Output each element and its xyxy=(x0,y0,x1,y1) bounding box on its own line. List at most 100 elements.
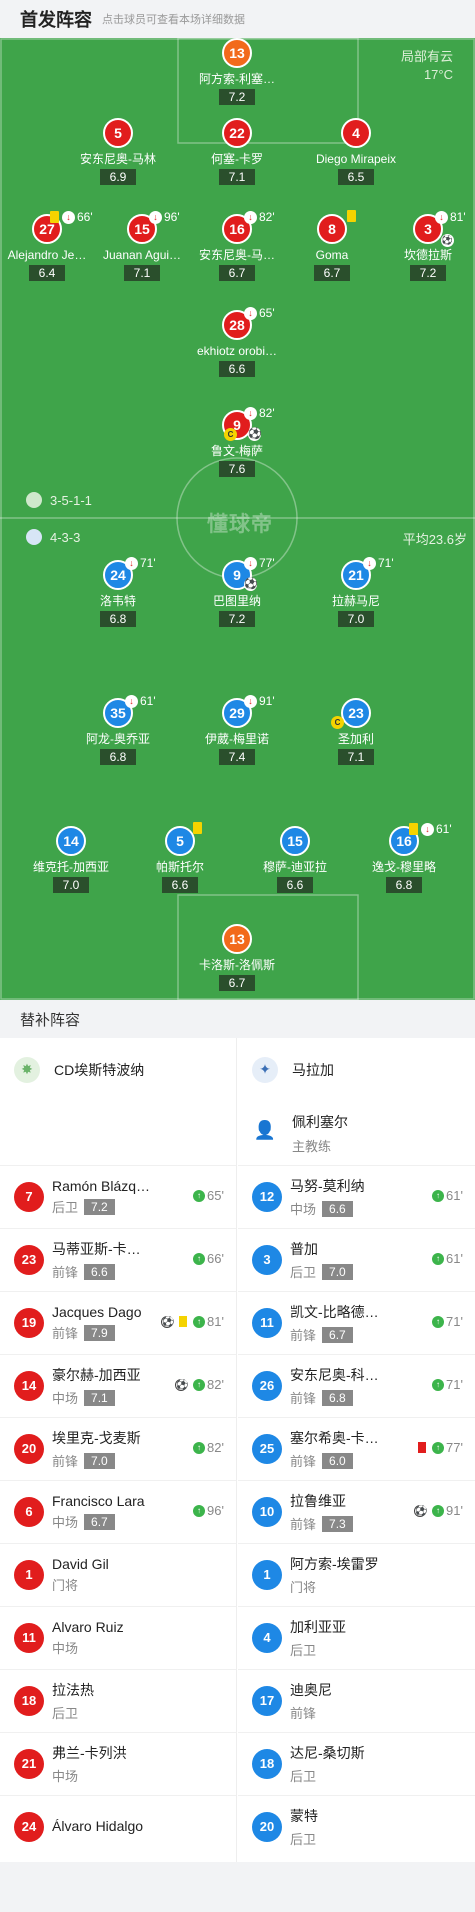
player-number: 23 xyxy=(341,698,371,728)
bench-player-row[interactable]: 18 达尼-桑切斯 后卫 xyxy=(238,1732,475,1795)
bench-player-row[interactable]: 4 加利亚亚 后卫 xyxy=(238,1606,475,1669)
away-player-mid-right[interactable]: 23 C 圣加利 7.1 xyxy=(301,698,411,766)
bench-player-row[interactable]: 3 普加 后卫 7.0 ↑ 61' xyxy=(238,1228,475,1291)
home-player-mid-4[interactable]: 8 Goma 6.7 xyxy=(277,210,387,282)
substitution-out-icon: ↓ xyxy=(421,822,434,836)
away-coach[interactable]: 👤 佩利塞尔 主教练 xyxy=(238,1101,475,1165)
bench-player-name: 迪奥尼 xyxy=(290,1682,332,1698)
bench-player-row[interactable]: 7 Ramón Blázq… 后卫 7.2 ↑ 65' xyxy=(0,1165,236,1228)
bench-sub-minute: 82' xyxy=(207,1440,224,1455)
goal-ball-icon: ⚽ xyxy=(248,428,262,441)
away-player-mid-center[interactable]: 29 ↓ 91' 伊葳-梅里诺 7.4 xyxy=(182,694,292,766)
bench-player-number: 18 xyxy=(14,1686,44,1716)
bench-player-row[interactable]: 12 马努-莫利纳 中场 6.6 ↑ 61' xyxy=(238,1165,475,1228)
home-player-mid-5[interactable]: 3 ↓ 81' ⚽ 坎德拉斯 7.2 xyxy=(373,210,475,282)
home-player-def-left[interactable]: 5 安东尼奥-马林 6.9 xyxy=(63,118,173,186)
home-player-mid-3[interactable]: 16 ↓ 82' 安东尼奥-马… 6.7 xyxy=(182,210,292,282)
bench-player-position: 后卫 xyxy=(290,1832,317,1847)
home-player-gk[interactable]: 13 阿方索-利塞… 7.2 xyxy=(182,38,292,106)
bench-player-number: 20 xyxy=(14,1434,44,1464)
home-formation-label: 3-5-1-1 xyxy=(50,492,92,508)
home-player-am[interactable]: 28 ↓ 65' ekhiotz orobi… 6.6 xyxy=(182,306,292,378)
bench-sub-minute: 61' xyxy=(446,1188,463,1203)
captain-icon: C xyxy=(331,716,344,729)
sub-minute: 65' xyxy=(259,306,275,320)
bench-player-row[interactable]: 26 安东尼奥-科… 前锋 6.8 ↑ 71' xyxy=(238,1354,475,1417)
away-player-fw-left[interactable]: 24 ↓ 71' 洛韦特 6.8 xyxy=(63,556,173,628)
goal-ball-icon: ⚽ xyxy=(414,1504,428,1517)
bench-player-position: 前锋 xyxy=(290,1391,317,1406)
away-team-row[interactable]: ✦ 马拉加 xyxy=(238,1038,475,1101)
away-player-def-4[interactable]: 16 ↓ 61' 逸戈-穆里略 6.8 xyxy=(349,822,459,894)
substitution-in-icon: ↑ xyxy=(193,1252,206,1265)
bench-player-row[interactable]: 11 凯文-比略德… 前锋 6.7 ↑ 71' xyxy=(238,1291,475,1354)
substitution-out-icon: ↓ xyxy=(244,306,257,320)
yellow-card-icon xyxy=(50,211,59,223)
player-rating: 6.4 xyxy=(29,265,65,281)
sub-minute: 61' xyxy=(140,694,156,708)
captain-icon: C xyxy=(224,428,237,441)
player-number: 5 xyxy=(103,118,133,148)
away-player-mid-left[interactable]: 35 ↓ 61' 阿龙-奥乔亚 6.8 xyxy=(63,694,173,766)
player-name: 巴图里纳 xyxy=(212,594,261,608)
bench-player-number: 21 xyxy=(14,1749,44,1779)
away-formation: 4-3-3 xyxy=(26,529,80,545)
player-name: 坎德拉斯 xyxy=(403,248,452,262)
away-player-def-1[interactable]: 14 维克托-加西亚 7.0 xyxy=(16,826,126,894)
away-player-fw-center[interactable]: 9 ↓ 77' ⚽ 巴图里纳 7.2 xyxy=(182,556,292,628)
bench-player-row[interactable]: 1 David Gil 门将 xyxy=(0,1543,236,1606)
bench-player-row[interactable]: 18 拉法热 后卫 xyxy=(0,1669,236,1732)
player-number: 15 xyxy=(280,826,310,856)
player-rating: 6.6 xyxy=(219,361,255,377)
player-number: 13 xyxy=(222,38,252,68)
bench-player-row[interactable]: 1 阿方索-埃雷罗 门将 xyxy=(238,1543,475,1606)
away-player-fw-right[interactable]: 21 ↓ 71' 拉赫马尼 7.0 xyxy=(301,556,411,628)
yellow-card-icon xyxy=(409,823,418,835)
bench-player-rating: 7.9 xyxy=(84,1324,115,1341)
bench-player-row[interactable]: 14 豪尔赫-加西亚 中场 7.1 ⚽ ↑ 82' xyxy=(0,1354,236,1417)
substitution-in-icon: ↑ xyxy=(432,1504,445,1517)
yellow-card-icon xyxy=(347,210,356,222)
bench-player-row[interactable]: 17 迪奥尼 前锋 xyxy=(238,1669,475,1732)
substitution-out-icon: ↓ xyxy=(244,406,257,420)
bench-player-row[interactable]: 25 塞尔希奥-卡… 前锋 6.0 ↑ 77' xyxy=(238,1417,475,1480)
away-player-def-2[interactable]: 5 帕斯托尔 6.6 xyxy=(125,822,235,894)
bench-player-row[interactable]: 20 埃里克-戈麦斯 前锋 7.0 ↑ 82' xyxy=(0,1417,236,1480)
bench-player-number: 4 xyxy=(252,1623,282,1653)
player-number: 5 xyxy=(165,826,195,856)
home-player-mid-2[interactable]: 15 ↓ 96' Juanan Agui… 7.1 xyxy=(87,210,197,282)
bench-sub-minute: 71' xyxy=(446,1314,463,1329)
bench-player-name: 蒙特 xyxy=(290,1808,318,1824)
substitution-in-icon: ↑ xyxy=(432,1315,445,1328)
home-player-def-right[interactable]: 4 Diego Mirapeix 6.5 xyxy=(301,118,411,186)
bench-player-position: 后卫 xyxy=(52,1706,79,1721)
home-player-fw[interactable]: 9 ↓ 82' C ⚽ 鲁文-梅萨 7.6 xyxy=(182,406,292,478)
bench-player-row[interactable]: 19 Jacques Dago 前锋 7.9 ⚽ ↑ 81' xyxy=(0,1291,236,1354)
bench-player-row[interactable]: 24 Álvaro Hidalgo xyxy=(0,1795,236,1858)
player-name: ekhiotz orobi… xyxy=(196,344,278,358)
bench-player-row[interactable]: 23 马蒂亚斯-卡… 前锋 6.6 ↑ 66' xyxy=(0,1228,236,1291)
bench-player-row[interactable]: 21 弗兰-卡列洪 中场 xyxy=(0,1732,236,1795)
weather-info: 局部有云 17°C xyxy=(401,48,453,84)
goal-ball-icon: ⚽ xyxy=(244,578,258,591)
substitution-out-icon: ↓ xyxy=(244,694,257,708)
home-team-row[interactable]: ✸ CD埃斯特波纳 xyxy=(0,1038,236,1101)
away-player-def-3[interactable]: 15 穆萨-迪亚拉 6.6 xyxy=(240,826,350,894)
own-goal-icon: ⚽ xyxy=(441,234,454,247)
yellow-card-icon xyxy=(179,1316,188,1327)
bench-sub-minute: 96' xyxy=(207,1503,224,1518)
bench-player-position: 前锋 xyxy=(52,1454,79,1469)
weather-condition: 局部有云 xyxy=(400,49,453,64)
bench-player-row[interactable]: 11 Alvaro Ruiz 中场 xyxy=(0,1606,236,1669)
bench-player-row[interactable]: 20 蒙特 后卫 xyxy=(238,1795,475,1858)
bench-player-number: 3 xyxy=(252,1245,282,1275)
bench-sub-minute: 91' xyxy=(446,1503,463,1518)
bench-player-row[interactable]: 10 拉鲁维亚 前锋 7.3 ⚽ ↑ 91' xyxy=(238,1480,475,1543)
bench-player-name: 加利亚亚 xyxy=(290,1619,346,1635)
bench-player-row[interactable]: 6 Francisco Lara 中场 6.7 ↑ 96' xyxy=(0,1480,236,1543)
substitution-in-icon: ↑ xyxy=(193,1378,206,1391)
home-player-def-center[interactable]: 22 何塞-卡罗 7.1 xyxy=(182,118,292,186)
home-team-name: CD埃斯特波纳 xyxy=(54,1061,145,1078)
bench-player-position: 前锋 xyxy=(52,1265,79,1280)
away-player-gk[interactable]: 13 卡洛斯-洛佩斯 6.7 xyxy=(182,924,292,992)
